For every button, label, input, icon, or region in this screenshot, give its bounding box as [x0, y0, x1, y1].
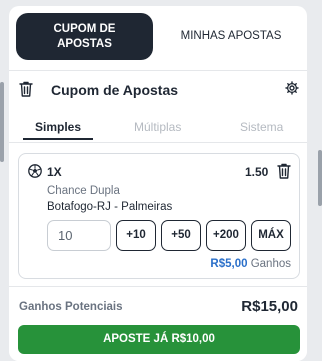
bet-mode-tabs: Simples Múltiplas Sistema: [9, 116, 307, 142]
gain-amount: R$5,00: [210, 258, 248, 270]
betslip-footer: Ganhos Potenciais R$15,00 APOSTE JÁ R$10…: [9, 286, 307, 361]
betslip-header: Cupom de Apostas: [9, 76, 307, 106]
gain-label: Ganhos: [250, 258, 291, 270]
quick-stake-button-10[interactable]: +10: [116, 220, 156, 251]
tab-sistema[interactable]: Sistema: [240, 120, 283, 134]
tab-multiplas[interactable]: Múltiplas: [134, 120, 181, 134]
divider: [9, 142, 307, 143]
bet-market: Chance Dupla: [47, 185, 120, 197]
active-tab-underline: [23, 138, 93, 140]
bet-match: Botafogo-RJ - Palmeiras: [47, 201, 173, 213]
tab-minhas-apostas[interactable]: MINHAS APOSTAS: [159, 13, 303, 60]
bet-odd: 1.50: [245, 165, 269, 179]
left-scroll-edge: [0, 82, 4, 162]
page-title: Cupom de Apostas: [51, 82, 179, 98]
quick-stake-button-50[interactable]: +50: [161, 220, 201, 251]
bet-selection-card: 1X 1.50 Chance Dupla Botafogo-RJ - Palme…: [18, 153, 300, 279]
betslip-panel: CUPOM DE APOSTAS MINHAS APOSTAS Cupom de…: [9, 6, 307, 361]
tab-cupom-line2: APOSTAS: [57, 38, 112, 50]
potential-gain-label: Ganhos Potenciais: [19, 301, 123, 313]
place-bet-button[interactable]: APOSTE JÁ R$10,00: [18, 325, 300, 354]
right-scrollbar[interactable]: [318, 150, 322, 206]
tab-simples[interactable]: Simples: [35, 120, 81, 134]
tab-cupom-line1: CUPOM DE: [53, 23, 116, 35]
gear-icon[interactable]: [285, 81, 299, 95]
potential-gain-value: R$15,00: [241, 298, 298, 315]
quick-stake-button-max[interactable]: MÁX: [251, 220, 291, 251]
betslip-top-tabs: CUPOM DE APOSTAS MINHAS APOSTAS: [9, 6, 307, 70]
soccer-ball-icon: [28, 164, 42, 178]
bet-gain: R$5,00 Ganhos: [210, 258, 291, 270]
stake-input[interactable]: 10: [47, 220, 111, 251]
quick-stake-button-200[interactable]: +200: [206, 220, 246, 251]
tab-cupom-de-apostas[interactable]: CUPOM DE APOSTAS: [16, 13, 153, 60]
trash-icon[interactable]: [277, 163, 291, 179]
bet-count: 1X: [47, 165, 62, 179]
divider: [9, 70, 307, 71]
trash-icon[interactable]: [19, 81, 33, 97]
